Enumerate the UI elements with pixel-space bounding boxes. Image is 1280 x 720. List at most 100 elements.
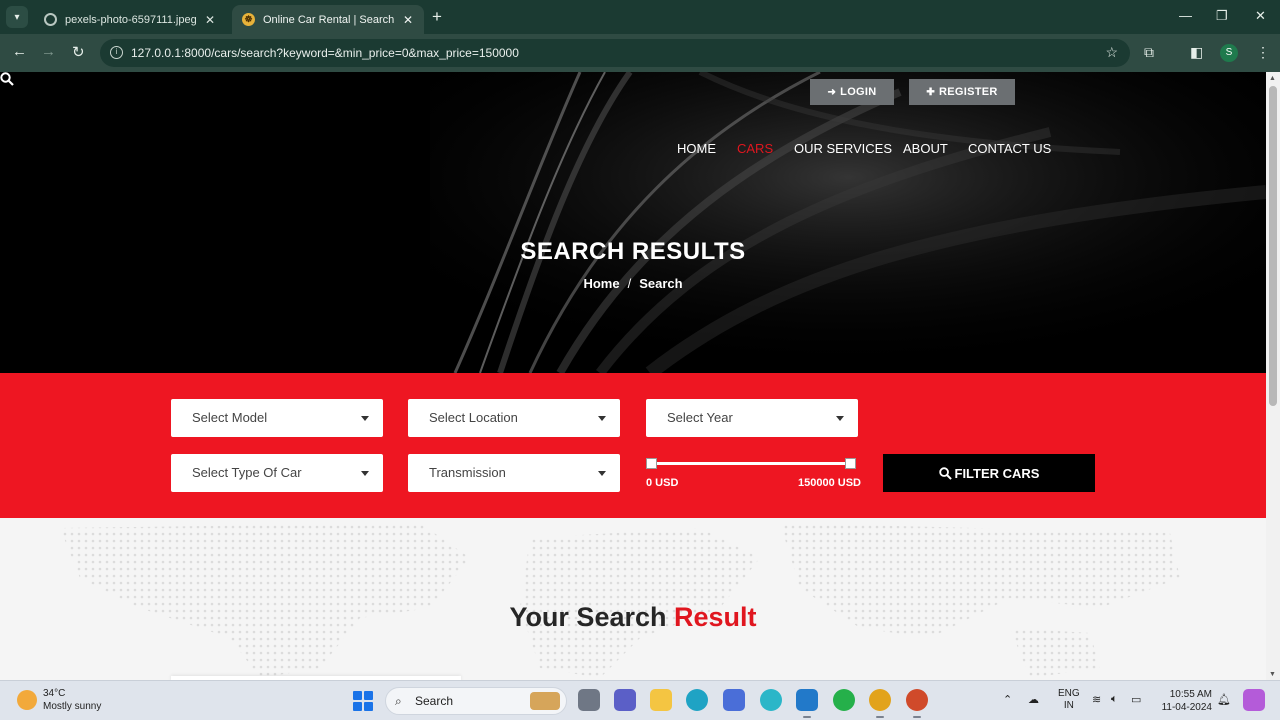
page-scrollbar[interactable]: ▲ ▼ <box>1266 72 1280 680</box>
price-min-handle[interactable] <box>646 458 657 469</box>
weather-description[interactable]: Mostly sunny <box>43 701 101 712</box>
price-max-handle[interactable] <box>845 458 856 469</box>
price-range-track[interactable] <box>651 462 851 465</box>
register-button[interactable]: ✚ REGISTER <box>909 79 1015 105</box>
whatsapp-icon[interactable] <box>833 689 855 711</box>
results-heading-plain: Your Search <box>509 602 667 632</box>
language-indicator[interactable]: ENG IN <box>1058 688 1080 712</box>
side-panel-icon[interactable]: ◧ <box>1190 44 1203 61</box>
tab-title: pexels-photo-6597111.jpeg (60 <box>65 13 196 26</box>
reload-icon[interactable]: ↻ <box>72 43 85 61</box>
results-section: Your Search Result <box>0 518 1266 680</box>
search-icon: ⌕ <box>395 694 402 708</box>
teams-icon[interactable] <box>614 689 636 711</box>
globe-icon <box>44 13 57 26</box>
page-viewport: ➜ LOGIN ✚ REGISTER HOME CARS OUR SERVICE… <box>0 72 1266 680</box>
taskbar: 34°C Mostly sunny ⌕ Search ⌃ ☁ ENG IN ≋ … <box>0 680 1280 720</box>
vscode-icon[interactable] <box>796 689 818 718</box>
scroll-up-icon[interactable]: ▲ <box>1269 75 1276 82</box>
hero-streaks-image <box>430 72 1266 373</box>
region-code: IN <box>1063 700 1074 711</box>
profile-avatar[interactable]: S <box>1220 44 1238 62</box>
results-heading-accent: Result <box>674 602 757 632</box>
windows-start-icon[interactable] <box>353 691 373 711</box>
transmission-select[interactable]: Transmission <box>408 454 620 492</box>
year-select[interactable]: Select Year <box>646 399 858 437</box>
battery-icon[interactable]: ▭ <box>1131 693 1141 706</box>
sign-in-icon: ➜ <box>827 86 837 98</box>
file-explorer-icon[interactable] <box>650 689 672 711</box>
price-max-label: 150000 USD <box>798 477 861 489</box>
close-icon[interactable]: ✕ <box>202 13 218 27</box>
filter-cars-label: FILTER CARS <box>954 465 1040 481</box>
search-highlight-image <box>530 692 560 710</box>
microsoft-store-icon[interactable] <box>723 689 745 711</box>
breadcrumb-current: Search <box>639 276 683 291</box>
close-icon[interactable]: ✕ <box>400 13 416 27</box>
task-view-icon[interactable] <box>578 689 600 711</box>
filter-cars-button[interactable]: FILTER CARS <box>883 454 1095 492</box>
chrome-icon[interactable] <box>869 689 891 718</box>
notification-bell-icon[interactable]: 🔔︎ <box>1217 693 1231 706</box>
bookmark-star-icon[interactable]: ☆ <box>1105 44 1118 61</box>
search-icon[interactable] <box>0 72 14 86</box>
language-code: ENG <box>1058 688 1080 699</box>
browser-toolbar: ← → ↻ i 127.0.0.1:8000/cars/search?keywo… <box>0 34 1280 72</box>
register-label: REGISTER <box>939 86 998 98</box>
search-icon <box>938 466 952 480</box>
system-clock[interactable]: 10:55 AM 11-04-2024 <box>1158 688 1212 714</box>
forward-icon[interactable]: → <box>41 43 56 60</box>
nav-home[interactable]: HOME <box>677 141 716 156</box>
car-type-select[interactable]: Select Type Of Car <box>171 454 383 492</box>
nav-contact-us[interactable]: CONTACT US <box>968 141 1051 156</box>
page-title: SEARCH RESULTS <box>520 238 746 265</box>
minimize-icon[interactable]: — <box>1179 8 1192 23</box>
scrollbar-thumb[interactable] <box>1269 86 1277 406</box>
browser-menu-icon[interactable]: ⋮ <box>1256 44 1270 61</box>
browser-tab-image[interactable]: pexels-photo-6597111.jpeg (60 ✕ <box>34 5 226 34</box>
results-heading: Your Search Result <box>0 602 1266 633</box>
model-select[interactable]: Select Model <box>171 399 383 437</box>
tab-search-menu-button[interactable]: ▾ <box>6 6 28 28</box>
login-label: LOGIN <box>840 86 877 98</box>
maximize-icon[interactable]: ❐ <box>1216 8 1228 24</box>
location-select-value: Select Location <box>429 410 518 425</box>
canva-icon[interactable] <box>760 689 782 711</box>
breadcrumb-separator: / <box>627 276 632 291</box>
wifi-icon[interactable]: ≋ <box>1092 693 1101 706</box>
volume-icon[interactable]: 🔈︎ <box>1111 693 1118 706</box>
address-bar[interactable]: i 127.0.0.1:8000/cars/search?keyword=&mi… <box>100 39 1130 67</box>
powerpoint-icon[interactable] <box>906 689 928 718</box>
login-button[interactable]: ➜ LOGIN <box>810 79 894 105</box>
breadcrumb: Home / Search <box>0 276 1266 291</box>
tray-overflow-icon[interactable]: ⌃ <box>1003 693 1012 706</box>
caret-down-icon <box>598 416 606 421</box>
nav-cars[interactable]: CARS <box>737 141 773 156</box>
nav-our-services[interactable]: OUR SERVICES <box>794 141 892 156</box>
window-close-icon[interactable]: ✕ <box>1255 8 1266 24</box>
year-select-value: Select Year <box>667 410 733 425</box>
copilot-icon[interactable] <box>1243 689 1265 711</box>
edge-icon[interactable] <box>686 689 708 711</box>
caret-down-icon <box>361 471 369 476</box>
browser-tab-search-results[interactable]: ☸ Online Car Rental | Search Resu ✕ <box>232 5 424 34</box>
world-map-dots-image <box>60 523 1180 678</box>
weather-temperature[interactable]: 34°C <box>43 688 65 699</box>
model-select-value: Select Model <box>192 410 268 425</box>
transmission-select-value: Transmission <box>429 465 506 480</box>
site-info-icon[interactable]: i <box>110 46 123 59</box>
breadcrumb-home[interactable]: Home <box>583 276 619 291</box>
nav-about[interactable]: ABOUT <box>903 141 948 156</box>
scroll-down-icon[interactable]: ▼ <box>1269 671 1276 678</box>
extensions-icon[interactable]: ⧉ <box>1144 44 1154 61</box>
taskbar-search-box[interactable]: ⌕ Search <box>385 687 567 715</box>
onedrive-icon[interactable]: ☁ <box>1028 693 1039 706</box>
weather-sun-icon[interactable] <box>17 690 37 710</box>
car-type-select-value: Select Type Of Car <box>192 465 302 480</box>
location-select[interactable]: Select Location <box>408 399 620 437</box>
url-text[interactable]: 127.0.0.1:8000/cars/search?keyword=&min_… <box>131 46 519 60</box>
site-favicon-icon: ☸ <box>242 13 255 26</box>
new-tab-icon[interactable]: + <box>432 7 442 27</box>
caret-down-icon <box>598 471 606 476</box>
back-icon[interactable]: ← <box>12 43 27 60</box>
